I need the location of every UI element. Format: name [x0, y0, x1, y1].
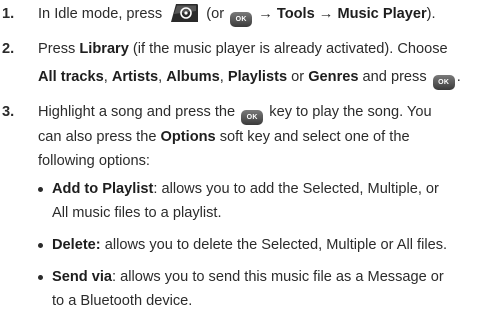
step-text: Highlight a song and press the OK key to…: [38, 100, 495, 321]
instruction-list: 1. In Idle mode, press (or OK → Tools →: [0, 0, 499, 321]
step-number: 1.: [2, 6, 15, 22]
options-list: Add to Playlist: allows you to add the S…: [38, 177, 495, 313]
bullet-icon: [38, 243, 43, 248]
bullet-icon: [38, 275, 43, 280]
list-item: Add to Playlist: allows you to add the S…: [38, 177, 495, 225]
step-text: In Idle mode, press (or OK → Tools → Mus…: [38, 2, 495, 27]
list-item: Send via: allows you to send this music …: [38, 265, 495, 313]
step-number: 2.: [2, 41, 15, 57]
list-item: Delete: allows you to delete the Selecte…: [38, 233, 495, 257]
ok-key-icon: OK: [432, 75, 455, 90]
step-number: 3.: [2, 104, 15, 120]
menu-key-icon: [169, 2, 199, 24]
step-text: Press Library (if the music player is al…: [38, 37, 495, 90]
bullet-icon: [38, 187, 43, 192]
ok-key-icon: OK: [230, 12, 253, 27]
ok-key-icon: OK: [241, 110, 264, 125]
